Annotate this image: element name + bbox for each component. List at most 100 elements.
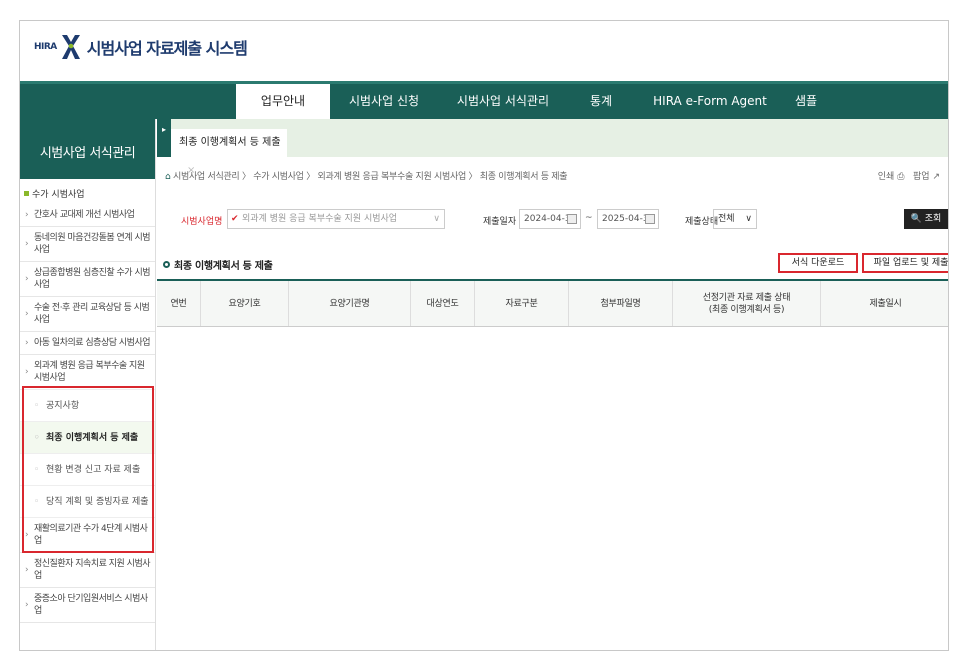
- sidebar-item-label: 정신질환자 지속치료 지원 시범사업: [34, 559, 151, 581]
- chevron-right-icon: ›: [25, 338, 29, 348]
- sidebar-item-mental-health[interactable]: › 동네의원 마음건강돌봄 연계 시범사업: [20, 227, 155, 262]
- nav-item-eform-agent[interactable]: HIRA e-Form Agent: [650, 84, 770, 119]
- sidebar-item-rehab[interactable]: › 재활의료기관 수가 4단계 시범사업: [20, 518, 155, 553]
- sidebar-subitem-label: 공지사항: [46, 401, 80, 411]
- calendar-icon[interactable]: [567, 214, 577, 224]
- chevron-right-icon: ›: [25, 210, 29, 220]
- submission-table: 연번 요양기호 요양기관명 대상연도 자료구분 첨부파일명 선정기관 자료 제출…: [157, 279, 948, 327]
- header: HIRA 시범사업 자료제출 시스템: [20, 21, 948, 81]
- bullet-icon: ◦: [34, 401, 40, 411]
- sidebar-subitem-label: 최종 이행계획서 등 제출: [46, 433, 139, 443]
- file-upload-submit-button[interactable]: 파일 업로드 및 제출: [862, 253, 948, 273]
- table-header-row: 연번 요양기호 요양기관명 대상연도 자료구분 첨부파일명 선정기관 자료 제출…: [157, 281, 948, 327]
- sidebar-item-emergency-surgery[interactable]: › 외과계 병원 응급 복부수술 지원 시범사업: [20, 355, 155, 390]
- chevron-right-icon: ›: [25, 367, 29, 377]
- sidebar-category[interactable]: 수가 시범사업: [20, 179, 155, 204]
- print-icon[interactable]: ⎙: [897, 172, 904, 182]
- biz-name-select[interactable]: ✔ 외과계 병원 응급 복부수술 지원 시범사업 ∨: [227, 209, 445, 229]
- column-header-institution-code: 요양기호: [201, 281, 289, 326]
- sidebar: 시범사업 서식관리 수가 시범사업 › 간호사 교대제 개선 시범사업 › 동네의원…: [20, 119, 156, 650]
- sidebar-item-label: 아동 일차의료 심층상담 시범사업: [34, 338, 151, 348]
- sidebar-subitem-label: 당직 계획 및 증빙자료 제출: [46, 497, 149, 507]
- site-title: 시범사업 자료제출 시스템: [86, 39, 248, 58]
- search-button[interactable]: 🔍 조회: [904, 209, 948, 229]
- sidebar-item-mental-illness[interactable]: › 정신질환자 지속치료 지원 시범사업: [20, 553, 155, 588]
- section-header: 최종 이행계획서 등 제출 서식 다운로드 파일 업로드 및 제출: [157, 247, 948, 277]
- app-window: HIRA 시범사업 자료제출 시스템 업무안내 시범사업 신청 시범사업 서식관…: [19, 20, 949, 651]
- site-logo[interactable]: HIRA 시범사업 자료제출 시스템: [34, 33, 248, 61]
- column-header-no: 연번: [157, 281, 201, 326]
- sidebar-item-child-care[interactable]: › 아동 일차의료 심층상담 시범사업: [20, 332, 155, 355]
- sidebar-title: 시범사업 서식관리: [20, 119, 155, 179]
- chevron-right-icon: ›: [25, 600, 29, 610]
- column-header-attachment: 첨부파일명: [569, 281, 673, 326]
- tab-final-plan[interactable]: 최종 이행계획서 등 제출×: [171, 129, 287, 176]
- breadcrumb: ⌂ 시범사업 서식관리 〉 수가 시범사업 〉 외과계 병원 응급 복부수술 지…: [165, 169, 568, 182]
- sidebar-subitem-status-change[interactable]: ◦ 현황 변경 신고 자료 제출: [20, 454, 155, 486]
- nav-item-apply[interactable]: 시범사업 신청: [340, 84, 428, 119]
- calendar-icon[interactable]: [645, 214, 655, 224]
- sidebar-item-label: 간호사 교대제 개선 시범사업: [34, 210, 135, 220]
- home-icon[interactable]: ⌂: [165, 172, 171, 182]
- sidebar-item-label: 동네의원 마음건강돌봄 연계 시범사업: [34, 233, 151, 255]
- breadcrumb-text: 시범사업 서식관리 〉 수가 시범사업 〉 외과계 병원 응급 복부수술 지원 …: [172, 172, 568, 182]
- column-header-submission-status: 선정기관 자료 제출 상태 (최종 이행계획서 등): [673, 281, 821, 326]
- circle-bullet-icon: [163, 261, 170, 268]
- column-header-target-year: 대상연도: [411, 281, 475, 326]
- bullet-icon: ◦: [34, 497, 40, 507]
- biz-name-label: 시범사업명: [181, 217, 223, 227]
- category-square-icon: [24, 191, 29, 196]
- column-header-submitted-at: 제출일시: [869, 298, 902, 309]
- chevron-right-icon: ›: [25, 565, 29, 575]
- sidebar-item-label: 상급종합병원 심층진찰 수가 시범사업: [34, 268, 151, 290]
- search-bar: 시범사업명 ✔ 외과계 병원 응급 복부수술 지원 시범사업 ∨ 제출일자 20…: [157, 205, 948, 235]
- date-from-input[interactable]: 2024-04-30: [519, 209, 581, 229]
- chevron-down-icon: ∨: [433, 214, 440, 224]
- nav-item-statistics[interactable]: 통계: [576, 84, 626, 119]
- section-title-text: 최종 이행계획서 등 제출: [174, 261, 273, 272]
- sidebar-toggle-button[interactable]: ▸: [157, 119, 171, 157]
- column-header-institution-name: 요양기관명: [289, 281, 411, 326]
- tab-label: 최종 이행계획서 등 제출: [179, 137, 281, 148]
- date-label: 제출일자: [483, 217, 517, 227]
- main-content: ▸ 최종 이행계획서 등 제출× ⌂ 시범사업 서식관리 〉 수가 시범사업 〉…: [157, 119, 948, 650]
- main-nav: 업무안내 시범사업 신청 시범사업 서식관리 통계 HIRA e-Form Ag…: [20, 81, 948, 119]
- logo-prefix: HIRA: [34, 42, 57, 52]
- sidebar-subitem-on-call-plan[interactable]: ◦ 당직 계획 및 증빙자료 제출: [20, 486, 155, 518]
- sidebar-item-surgery-education[interactable]: › 수술 전·후 관리 교육상담 등 시범사업: [20, 297, 155, 332]
- nav-item-sample[interactable]: 샘플: [784, 84, 828, 119]
- check-icon: ✔: [231, 214, 239, 224]
- status-value: 전체: [718, 214, 735, 224]
- date-to-input[interactable]: 2025-04-30: [597, 209, 659, 229]
- bullet-icon: ◦: [34, 465, 40, 475]
- hira-logo-icon: [60, 33, 82, 61]
- sidebar-subitem-label: 현황 변경 신고 자료 제출: [46, 465, 141, 475]
- chevron-right-icon: ›: [25, 309, 29, 319]
- popup-icon[interactable]: ↗: [932, 172, 940, 182]
- sidebar-item-pediatric-short-stay[interactable]: › 중증소아 단기입원서비스 시범사업: [20, 588, 155, 623]
- bullet-icon: ◦: [34, 433, 40, 443]
- sidebar-item-nurse-shift[interactable]: › 간호사 교대제 개선 시범사업: [20, 204, 155, 227]
- section-title: 최종 이행계획서 등 제출: [163, 257, 273, 272]
- tab-bar: ▸ 최종 이행계획서 등 제출×: [157, 119, 948, 176]
- chevron-right-icon: ›: [25, 530, 29, 540]
- biz-name-value: 외과계 병원 응급 복부수술 지원 시범사업: [242, 214, 398, 224]
- sidebar-item-label: 중증소아 단기입원서비스 시범사업: [34, 594, 148, 616]
- sidebar-subitem-notice[interactable]: ◦ 공지사항: [20, 390, 155, 422]
- sidebar-item-in-depth-consult[interactable]: › 상급종합병원 심층진찰 수가 시범사업: [20, 262, 155, 297]
- sidebar-item-label: 외과계 병원 응급 복부수술 지원 시범사업: [34, 361, 145, 383]
- utility-links: 인쇄 ⎙ 팝업 ↗: [878, 169, 940, 182]
- print-link[interactable]: 인쇄: [878, 172, 895, 182]
- form-download-button[interactable]: 서식 다운로드: [778, 253, 858, 273]
- nav-item-form-management[interactable]: 시범사업 서식관리: [448, 84, 558, 119]
- sidebar-subitem-final-plan[interactable]: ◦ 최종 이행계획서 등 제출: [20, 422, 155, 454]
- chevron-down-icon: ∨: [745, 214, 752, 224]
- sidebar-category-label: 수가 시범사업: [32, 190, 85, 200]
- chevron-right-icon: ›: [25, 239, 29, 249]
- chevron-right-icon: ›: [25, 274, 29, 284]
- popup-link[interactable]: 팝업: [913, 172, 930, 182]
- column-header-data-type: 자료구분: [475, 281, 569, 326]
- status-select[interactable]: 전체 ∨: [713, 209, 757, 229]
- nav-item-guide[interactable]: 업무안내: [236, 84, 330, 119]
- sidebar-item-label: 수술 전·후 관리 교육상담 등 시범사업: [34, 303, 150, 325]
